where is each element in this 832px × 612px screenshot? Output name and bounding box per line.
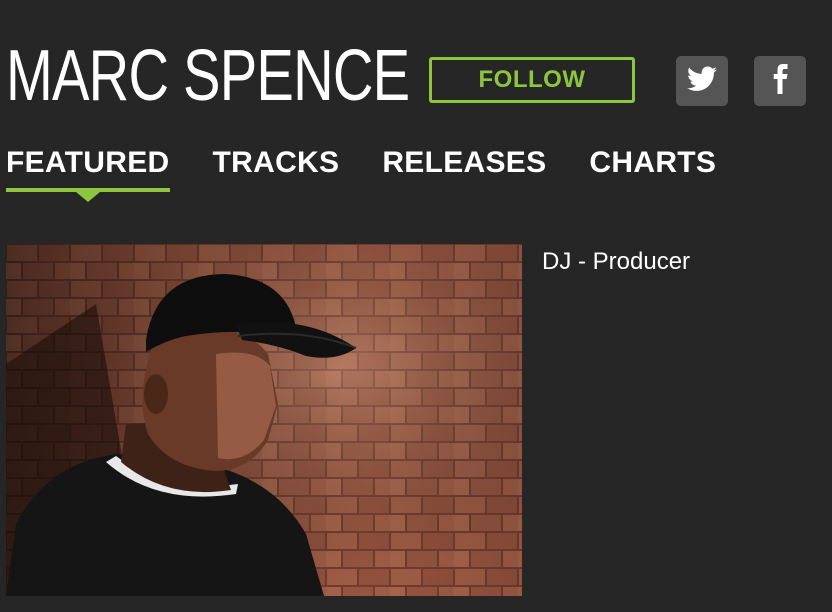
artist-nav-tabs: FEATURED TRACKS RELEASES CHARTS — [6, 146, 759, 202]
artist-photo — [6, 244, 522, 596]
facebook-icon — [772, 63, 788, 99]
twitter-share-button[interactable] — [676, 56, 728, 106]
follow-button[interactable]: FOLLOW — [429, 57, 635, 103]
twitter-icon — [687, 66, 717, 97]
artist-bio: DJ - Producer — [542, 248, 691, 275]
artist-page: MARC SPENCE FOLLOW FEATURED TRACKS RELEA… — [0, 0, 832, 612]
artist-name-heading: MARC SPENCE — [6, 36, 410, 116]
facebook-share-button[interactable] — [754, 56, 806, 106]
tab-charts[interactable]: CHARTS — [589, 146, 716, 192]
tab-releases[interactable]: RELEASES — [382, 146, 546, 192]
tab-featured[interactable]: FEATURED — [6, 146, 170, 202]
tab-tracks[interactable]: TRACKS — [213, 146, 340, 192]
